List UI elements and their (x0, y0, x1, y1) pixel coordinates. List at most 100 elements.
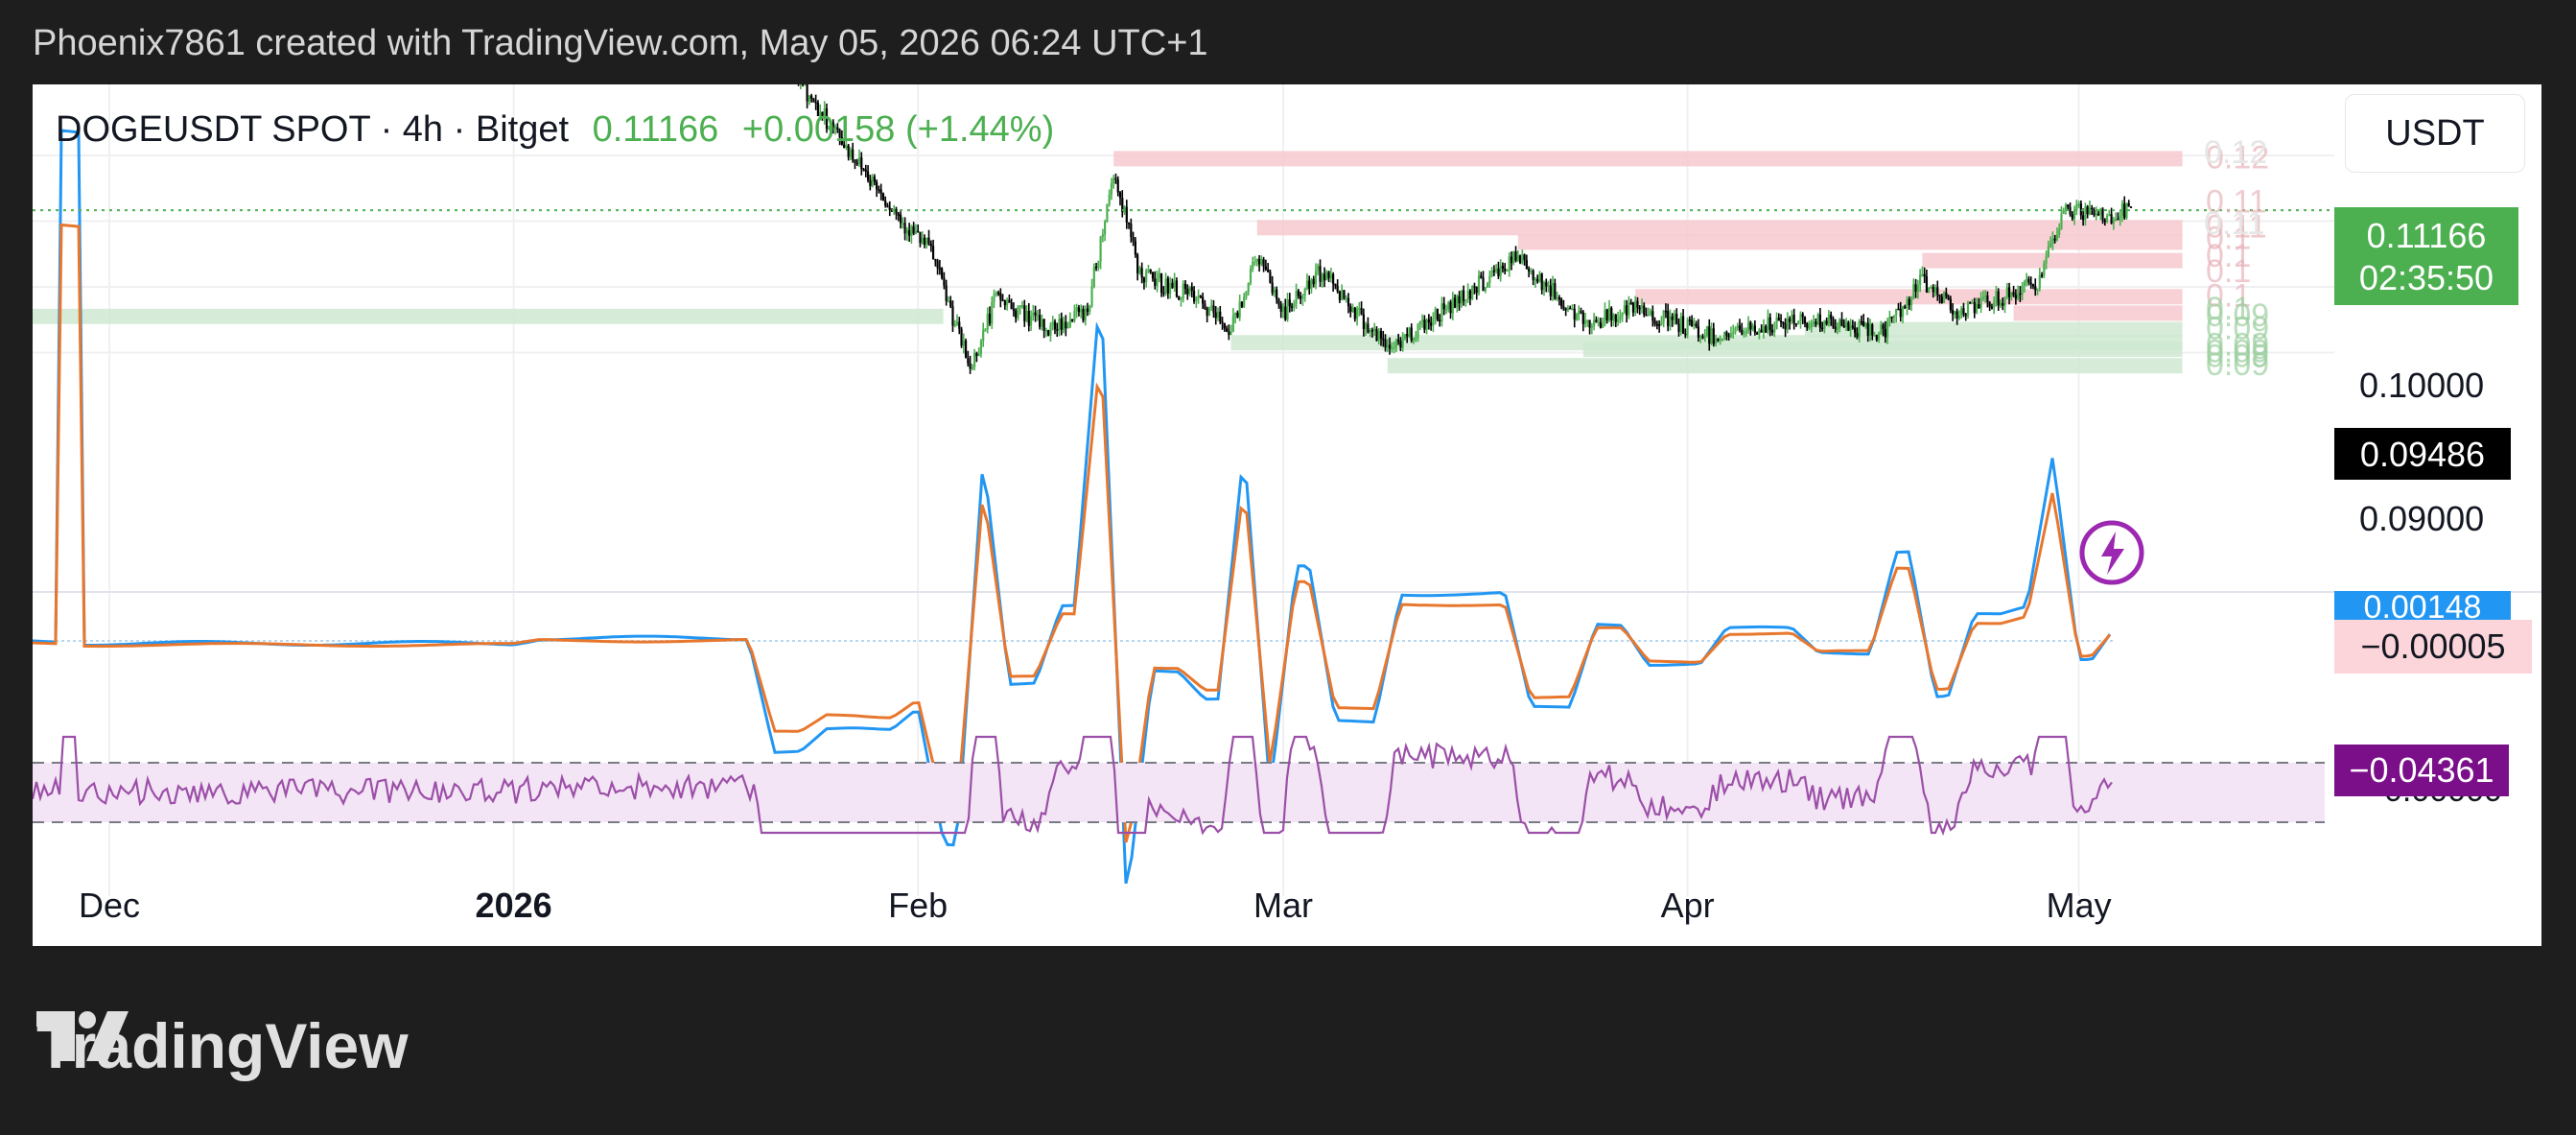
macd-histogram-bar (1465, 640, 1468, 642)
macd-histogram-bar (1529, 640, 1532, 642)
macd-histogram-bar (2029, 640, 2032, 642)
candle-body (860, 157, 863, 170)
candle-body (969, 363, 972, 369)
macd-histogram-bar (1126, 640, 1129, 642)
candle-body (1495, 268, 1498, 272)
candle-body (919, 231, 922, 244)
macd-histogram-bar (1408, 640, 1411, 642)
candle-body (1468, 290, 1472, 299)
macd-histogram-bar (2081, 640, 2084, 642)
candle-body (1538, 273, 1541, 282)
candle-body (2095, 213, 2097, 216)
candle-body (931, 246, 935, 260)
candle-body (1451, 297, 1454, 314)
candle-body (936, 260, 939, 269)
time-axis-label: 2026 (476, 886, 552, 925)
macd-histogram-bar (1460, 640, 1463, 642)
macd-histogram-bar (1569, 640, 1572, 642)
candle-body (1460, 290, 1463, 304)
candle-body (958, 321, 961, 330)
candle-body (1508, 256, 1510, 271)
candle-body (1549, 285, 1552, 296)
candle-body (1528, 269, 1531, 272)
rsi-value: −0.04361 (2349, 750, 2494, 790)
macd-histogram-bar (913, 640, 916, 642)
candle-body (1586, 319, 1589, 322)
candle-body (1571, 308, 1574, 311)
candle-body (1158, 272, 1160, 278)
candle-body (1532, 271, 1534, 280)
macd-histogram-bar (315, 640, 317, 642)
macd-histogram-bar (1120, 640, 1123, 642)
candle-body (1403, 334, 1407, 339)
candle-body (1816, 314, 1819, 325)
candle-body (1877, 333, 1881, 341)
macd-histogram-bar (1109, 640, 1112, 642)
currency-button[interactable]: USDT (2345, 94, 2525, 173)
candle-body (2086, 206, 2089, 215)
macd-histogram-bar (1586, 640, 1589, 642)
macd-histogram-bar (1650, 640, 1652, 642)
candle-body (1267, 269, 1270, 272)
candle-body (1183, 283, 1187, 289)
candle-body (1697, 326, 1700, 338)
tradingview-icon (36, 1011, 129, 1061)
candle-body (1094, 266, 1098, 269)
candle-body (912, 225, 915, 234)
macd-histogram-bar (1414, 640, 1417, 642)
chart-canvas[interactable]: 0.120.110.110.10.10.10.10.10.090.090.090… (33, 84, 2541, 946)
time-axis-label: Dec (79, 886, 140, 925)
macd-histogram-bar (1563, 640, 1566, 642)
candle-body (1420, 319, 1424, 322)
candle-body (1386, 344, 1389, 348)
alert-icon[interactable] (2079, 520, 2144, 585)
tradingview-logo: TradingView (36, 1009, 409, 1082)
macd-histogram-bar (1690, 640, 1693, 642)
candle-body (1691, 319, 1694, 326)
candle-body (1738, 325, 1742, 330)
candle-body (1880, 324, 1883, 334)
macd-histogram-bar (1621, 640, 1624, 642)
candle-body (1899, 308, 1902, 318)
candle-body (1444, 309, 1448, 311)
macd-histogram-bar (1644, 640, 1647, 642)
macd-histogram-bar (844, 640, 847, 642)
candle-body (2027, 278, 2030, 283)
candle-body (1610, 307, 1613, 320)
candle-body (2003, 296, 2006, 306)
macd-histogram-bar (1132, 640, 1135, 642)
candle-body (1705, 326, 1709, 337)
candle-body (1717, 339, 1720, 341)
candle-body (1506, 270, 1509, 272)
last-price: 0.11166 (592, 109, 719, 150)
candle-body (1634, 300, 1637, 313)
candle-body (1377, 330, 1380, 341)
macd-histogram-bar (878, 640, 881, 642)
chart-panel[interactable]: 0.12 0.11 0.11 0.1 0.1 0.1 0.1 0.1 0.09 0.09 0.09 0… (33, 84, 2541, 946)
candle-body (991, 301, 994, 324)
candle-body (1401, 338, 1404, 348)
candle-body (1212, 305, 1215, 313)
macd-histogram-bar (257, 640, 260, 642)
candle-body (1082, 308, 1085, 321)
candle-body (1815, 321, 1817, 325)
symbol-info[interactable]: DOGEUSDT SPOT · 4h · Bitget 0.11166 +0.0… (56, 109, 1054, 151)
candle-body (1142, 277, 1146, 283)
candle-body (1719, 339, 1721, 341)
candle-body (1605, 309, 1608, 320)
candle-body (1249, 268, 1253, 284)
candle-body (1723, 332, 1726, 339)
candle-body (1803, 317, 1807, 324)
candle-body (1034, 312, 1037, 316)
candle-body (1417, 324, 1419, 338)
macd-histogram-bar (1834, 640, 1837, 642)
macd-histogram-bar (1989, 640, 1992, 642)
candle-body (1190, 287, 1193, 291)
candle-body (1086, 308, 1089, 313)
candle-body (1327, 272, 1330, 279)
candle-body (1430, 322, 1433, 326)
price-axis-label: 0.10000 (2359, 366, 2484, 405)
candle-body (1518, 255, 1522, 264)
macd-histogram-bar (1862, 640, 1865, 642)
candle-body (1355, 308, 1359, 319)
